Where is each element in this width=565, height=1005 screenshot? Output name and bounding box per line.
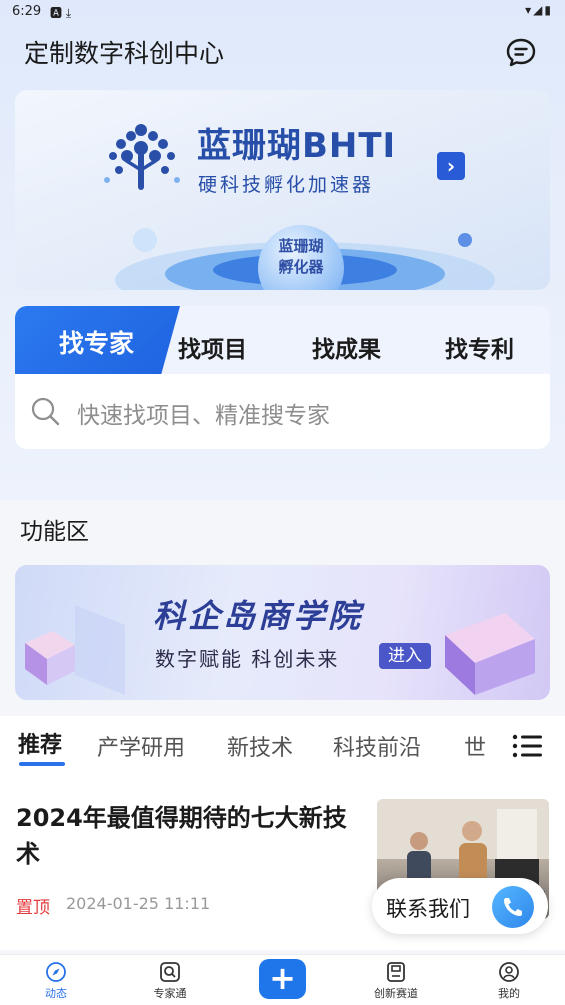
tab-find-patent[interactable]: 找专利: [445, 330, 514, 364]
category-frontier[interactable]: 科技前沿: [333, 730, 421, 762]
nav-label-innovation-track: 创新赛道: [374, 987, 418, 1000]
page-title: 定制数字科创中心: [24, 39, 225, 68]
status-time: 6:29: [12, 4, 42, 19]
badge-line-1: 蓝珊瑚: [278, 237, 324, 255]
banner[interactable]: 蓝珊瑚BHTI 硬科技孵化加速器 › 蓝珊瑚 孵化器: [15, 90, 550, 290]
menu-list-icon[interactable]: [512, 733, 542, 759]
contact-us-button[interactable]: 联系我们: [372, 878, 548, 934]
category-new-tech[interactable]: 新技术: [227, 730, 293, 762]
save-icon: [387, 962, 405, 982]
system-icons: ▾◢▮: [525, 3, 553, 17]
academy-banner[interactable]: 科企岛商学院 数字赋能 科创未来 进入: [15, 565, 550, 700]
nav-item-experts[interactable]: 专家通: [135, 961, 205, 1001]
article-date: 2024-01-25 11:11: [66, 894, 211, 913]
category-industry-academia[interactable]: 产学研用: [97, 730, 185, 762]
banner-badge: 蓝珊瑚 孵化器: [258, 225, 344, 290]
contact-us-label: 联系我们: [386, 897, 470, 921]
nav-item-profile[interactable]: 我的: [474, 961, 544, 1001]
academy-enter-button[interactable]: 进入: [379, 643, 431, 669]
category-recommend[interactable]: 推荐: [18, 727, 62, 759]
academy-subtitle: 数字赋能 科创未来: [155, 647, 340, 671]
article-title[interactable]: 2024年最值得期待的七大新技术: [16, 800, 356, 872]
cube-decoration-left: [25, 605, 125, 695]
category-active-indicator: [19, 762, 65, 766]
tab-find-project[interactable]: 找项目: [178, 330, 247, 364]
banner-title: 蓝珊瑚BHTI: [197, 126, 397, 166]
tab-find-expert[interactable]: 找专家: [59, 324, 134, 360]
search-box-icon: [160, 962, 180, 982]
search-icon: [31, 397, 60, 426]
section-title-features: 功能区: [20, 519, 89, 545]
cube-decoration-right: [445, 613, 535, 695]
coral-logo-icon: [104, 124, 180, 190]
nav-label-feed: 动态: [45, 987, 67, 1000]
notification-icons: 🅰 ⤓: [50, 6, 72, 20]
chat-bubble-icon[interactable]: [505, 36, 537, 68]
search-placeholder: 快速找项目、精准搜专家: [77, 403, 330, 429]
category-world[interactable]: 世: [464, 730, 486, 762]
phone-icon: [492, 886, 534, 928]
badge-line-2: 孵化器: [278, 258, 324, 276]
category-tabs: 推荐 产学研用 新技术 科技前沿 世: [0, 716, 565, 776]
nav-item-innovation-track[interactable]: 创新赛道: [361, 961, 431, 1001]
tab-find-result[interactable]: 找成果: [312, 330, 381, 364]
search-card: 找专家 找项目 找成果 找专利 快速找项目、精准搜专家: [15, 306, 550, 449]
pinned-badge: 置顶: [16, 898, 50, 918]
status-bar: 6:29 🅰 ⤓ ▾◢▮: [0, 0, 565, 24]
nav-label-profile: 我的: [498, 987, 520, 1000]
academy-title: 科企岛商学院: [153, 597, 364, 635]
add-button[interactable]: +: [259, 959, 306, 999]
bottom-nav: 动态 专家通 + 创新赛道 我的: [0, 954, 565, 1005]
banner-arrow-button[interactable]: ›: [437, 152, 465, 180]
search-input[interactable]: 快速找项目、精准搜专家: [15, 374, 550, 449]
nav-item-feed[interactable]: 动态: [21, 961, 91, 1001]
compass-icon: [46, 962, 66, 982]
banner-subtitle: 硬科技孵化加速器: [198, 174, 375, 196]
profile-icon: [499, 962, 519, 982]
nav-label-experts: 专家通: [153, 987, 187, 1000]
